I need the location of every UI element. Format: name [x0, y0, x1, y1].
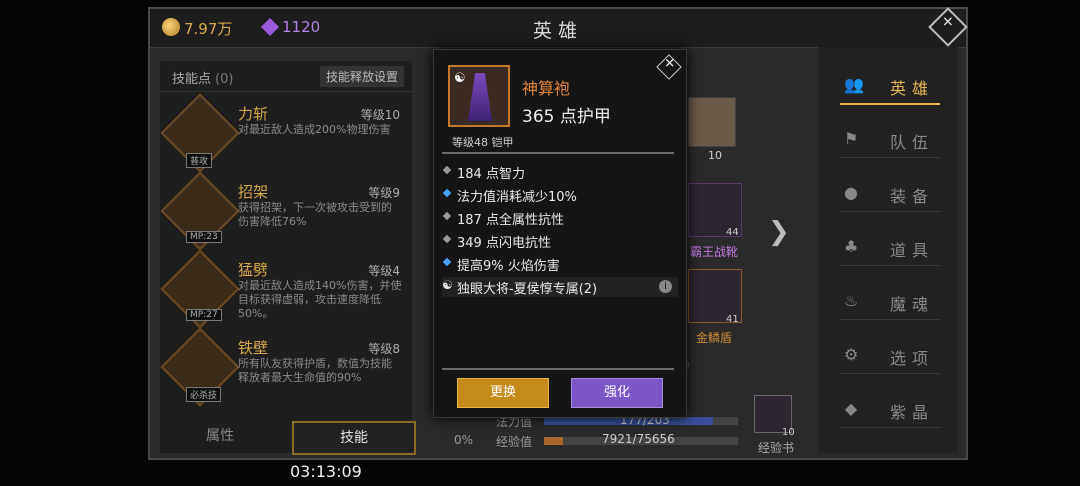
item-attribute: 提高9% 火焰伤害: [442, 254, 678, 274]
set-bonus-row[interactable]: ☯ 独眼大将-夏侯惇专属(2) i: [442, 277, 678, 297]
flame-icon: ♨: [844, 291, 865, 310]
skill-tag: MP:23: [186, 231, 222, 243]
skill-item[interactable]: MP:23 招架 等级9 获得招架，下一次被攻击受到的伤害降低76%: [160, 171, 406, 251]
skill-name: 力斩: [238, 105, 269, 123]
exp-book-count: 10: [782, 427, 795, 438]
item-attribute: 184 点智力: [442, 162, 678, 182]
info-icon[interactable]: i: [659, 280, 672, 293]
diamond-bullet-icon: [442, 211, 452, 221]
yin-yang-icon: ☯: [442, 278, 453, 292]
skill-item[interactable]: MP:27 猛劈 等级4 对最近敌人造成140%伤害，并使目标获得虚弱，攻击速度…: [160, 249, 406, 329]
diamond-bullet-icon: [442, 234, 452, 244]
item-attribute: 法力值消耗减少10%: [442, 185, 678, 205]
tab-attributes[interactable]: 属性: [160, 421, 280, 451]
skill-name: 招架: [238, 183, 269, 201]
skill-description: 所有队友获得护盾，数值为技能释放者最大生命值的90%: [238, 357, 392, 384]
nav-soul[interactable]: ♨ 魔魂: [840, 285, 940, 320]
nav-hero[interactable]: 👥 英雄: [840, 69, 940, 105]
people-icon: 👥: [844, 75, 870, 94]
gear-icon: ⚙: [844, 345, 865, 364]
skill-level: 等级10: [360, 108, 400, 122]
close-icon: ✕: [664, 56, 676, 72]
skill-level: 等级8: [368, 342, 400, 356]
enhance-button[interactable]: 强化: [571, 378, 663, 408]
bag-icon: ♣: [844, 237, 865, 256]
nav-items[interactable]: ♣ 道具: [840, 231, 940, 266]
skill-level: 等级4: [368, 264, 400, 278]
yin-yang-icon: ☯: [454, 71, 466, 86]
panel-tabs: 属性 技能: [160, 421, 422, 455]
skill-description: 对最近敌人造成140%伤害，并使目标获得虚弱，攻击速度降低50%。: [238, 279, 402, 320]
percent-label: 0%: [454, 433, 474, 447]
flag-icon: ⚑: [844, 129, 865, 148]
crystal-icon: ◆: [844, 399, 864, 418]
diamond-bullet-icon: [442, 257, 452, 267]
nav-team[interactable]: ⚑ 队伍: [840, 123, 940, 158]
item-tooltip-popup: ☯ 神算袍 365 点护甲 等级48 铠甲 ✕ 184 点智力 法力值消耗减少1…: [433, 49, 687, 418]
skill-item[interactable]: 普攻 力斩 等级10 对最近敌人造成200%物理伤害: [160, 93, 406, 173]
nav-amethyst[interactable]: ◆ 紫晶: [840, 393, 940, 428]
hero-portrait[interactable]: [688, 97, 736, 147]
hero-portrait-count: 10: [708, 149, 722, 162]
skill-name: 铁壁: [238, 339, 269, 357]
exp-book-label: 经验书: [758, 441, 795, 455]
nav-equipment[interactable]: ● 装备: [840, 177, 940, 212]
shield-name: 金鳞盾: [696, 331, 733, 345]
helmet-icon: ●: [844, 183, 864, 202]
exp-label: 经验值: [496, 435, 533, 449]
tab-skills[interactable]: 技能: [292, 421, 416, 455]
window-title: 英雄: [532, 20, 583, 42]
diamond-bullet-icon: [442, 165, 452, 175]
top-bar: 7.97万 1120 英雄 ✕: [150, 7, 968, 48]
skill-description: 对最近敌人造成200%物理伤害: [238, 123, 391, 136]
skill-item[interactable]: 必杀技 铁壁 等级8 所有队友获得护盾，数值为技能释放者最大生命值的90%: [160, 327, 406, 407]
item-attribute: 349 点闪电抗性: [442, 231, 678, 251]
boots-count: 44: [726, 227, 739, 238]
shield-count: 41: [726, 314, 739, 325]
item-attribute: 187 点全属性抗性: [442, 208, 678, 228]
skill-tag: 必杀技: [186, 387, 222, 402]
skill-release-settings-button[interactable]: 技能释放设置: [319, 66, 404, 87]
skill-tag: MP:27: [186, 309, 222, 321]
item-name: 神算袍: [522, 79, 571, 98]
item-armor: 365 点护甲: [522, 107, 611, 127]
robe-icon: [468, 73, 492, 121]
set-bonus-text: 独眼大将-夏侯惇专属(2): [457, 282, 598, 297]
skill-points-count: (0): [215, 72, 234, 87]
close-popup-button[interactable]: ✕: [656, 54, 682, 80]
item-icon: ☯: [448, 65, 510, 127]
skill-points-label: 技能点: [172, 72, 212, 87]
divider: [442, 368, 674, 370]
skill-points-header: 技能点 (0) 技能释放设置: [160, 61, 412, 92]
close-icon: ✕: [942, 14, 954, 31]
skills-panel: 技能点 (0) 技能释放设置 普攻 力斩 等级10 对最近敌人造成200%物理伤害…: [160, 61, 416, 455]
skill-level: 等级9: [368, 186, 400, 200]
timer: 03:13:09: [290, 462, 362, 481]
exp-value: 7921/75656: [602, 432, 675, 446]
item-level-type: 等级48 铠甲: [452, 136, 514, 149]
side-nav: 👥 英雄 ⚑ 队伍 ● 装备 ♣ 道具 ♨ 魔魂 ⚙ 选项 ◆ 紫晶: [818, 47, 958, 453]
replace-button[interactable]: 更换: [457, 378, 549, 408]
diamond-bullet-icon: [442, 188, 452, 198]
boots-name: 霸王战靴: [690, 245, 739, 259]
divider: [442, 152, 674, 154]
next-arrow-icon[interactable]: ❯: [768, 217, 790, 247]
skill-description: 获得招架，下一次被攻击受到的伤害降低76%: [238, 201, 392, 228]
skill-name: 猛劈: [238, 261, 269, 279]
nav-options[interactable]: ⚙ 选项: [840, 339, 940, 374]
skill-tag: 普攻: [186, 153, 213, 168]
